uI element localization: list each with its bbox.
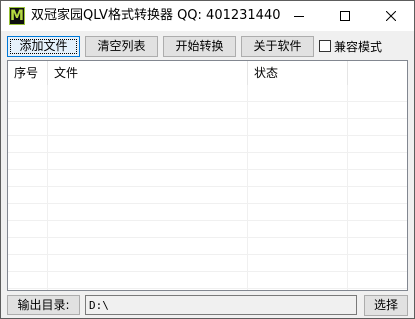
close-button[interactable] — [368, 1, 414, 31]
output-path-field[interactable] — [85, 295, 357, 315]
file-list[interactable]: 序号 文件 状态 — [7, 60, 408, 291]
choose-dir-button[interactable]: 选择 — [364, 295, 408, 316]
maximize-button[interactable] — [322, 1, 368, 31]
column-divider — [47, 85, 48, 290]
main-window: M 双冠家园QLV格式转换器 QQ: 401231440 添加文件 清空列表 开… — [0, 0, 415, 319]
minimize-button[interactable] — [276, 1, 322, 31]
start-convert-label: 开始转换 — [175, 39, 224, 53]
window-title: 双冠家园QLV格式转换器 QQ: 401231440 — [31, 8, 281, 23]
maximize-icon — [340, 11, 350, 21]
title-bar[interactable]: M 双冠家园QLV格式转换器 QQ: 401231440 — [1, 1, 414, 31]
add-file-button[interactable]: 添加文件 — [7, 36, 80, 57]
minimize-icon — [294, 16, 304, 17]
output-dir-label: 输出目录: — [7, 295, 80, 315]
column-divider — [247, 85, 248, 290]
clear-list-button[interactable]: 清空列表 — [85, 36, 158, 57]
checkbox-box-icon[interactable] — [319, 40, 331, 52]
add-file-label: 添加文件 — [19, 39, 68, 53]
column-header-index[interactable]: 序号 — [8, 61, 48, 85]
start-convert-button[interactable]: 开始转换 — [163, 36, 236, 57]
column-divider — [347, 85, 348, 290]
app-logo-icon: M — [9, 7, 25, 25]
clear-list-label: 清空列表 — [97, 39, 146, 53]
choose-dir-label: 选择 — [373, 298, 398, 312]
compat-mode-label: 兼容模式 — [334, 39, 383, 54]
close-icon — [386, 11, 396, 21]
about-label: 关于软件 — [253, 39, 302, 53]
list-header: 序号 文件 状态 — [8, 61, 407, 85]
column-header-file[interactable]: 文件 — [48, 61, 248, 85]
compat-mode-checkbox[interactable]: 兼容模式 — [319, 37, 382, 55]
column-header-status[interactable]: 状态 — [248, 61, 348, 85]
about-button[interactable]: 关于软件 — [241, 36, 314, 57]
